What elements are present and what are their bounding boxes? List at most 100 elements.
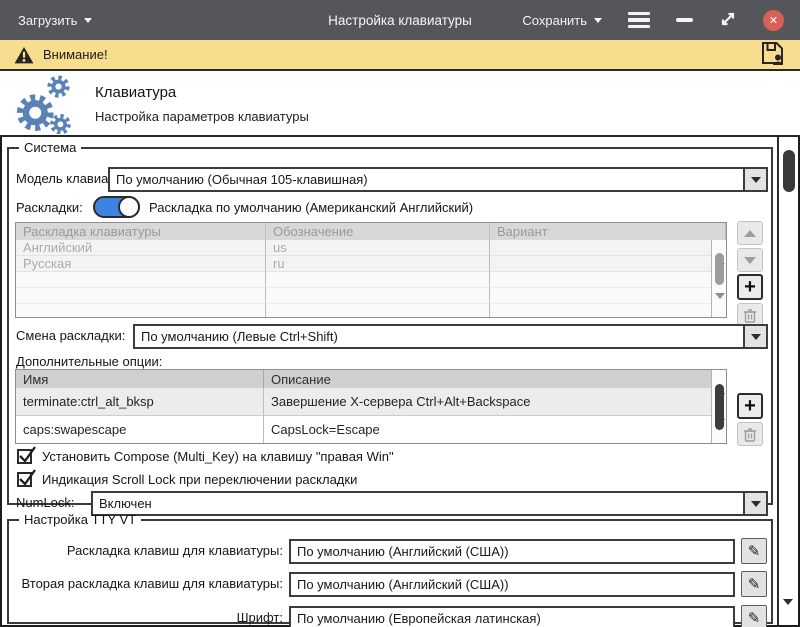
- pencil-icon: ✎: [747, 610, 761, 627]
- column-header: Обозначение: [266, 223, 490, 240]
- layouts-table-header: Раскладка клавиатуры Обозначение Вариант: [16, 223, 726, 240]
- cell-variant: [490, 240, 726, 256]
- edit-tty-keymap-button[interactable]: ✎: [741, 538, 767, 564]
- column-header: Имя: [16, 370, 264, 388]
- page-title: Клавиатура: [95, 84, 177, 101]
- table-row[interactable]: terminate:ctrl_alt_bksp Завершение X-сер…: [16, 388, 726, 416]
- layouts-toggle-text: Раскладка по умолчанию (Американский Анг…: [149, 200, 474, 215]
- column-header: Описание: [264, 370, 726, 388]
- plus-icon: +: [744, 276, 756, 298]
- edit-tty-keymap2-button[interactable]: ✎: [741, 571, 767, 597]
- delete-option-button: [737, 422, 763, 446]
- checkmark-icon: [19, 446, 36, 463]
- numlock-label: NumLock:: [16, 495, 75, 510]
- save-dropdown-button[interactable]: Сохранить: [522, 13, 602, 28]
- arrow-up-icon: [744, 229, 756, 237]
- layouts-table: Раскладка клавиатуры Обозначение Вариант…: [15, 222, 727, 318]
- cell-layout: Английский: [16, 240, 266, 256]
- options-table: Имя Описание terminate:ctrl_alt_bksp Зав…: [15, 369, 727, 444]
- page-header: Клавиатура Настройка параметров клавиату…: [0, 71, 800, 137]
- warning-icon: [14, 46, 34, 63]
- dropdown-button[interactable]: [743, 169, 766, 190]
- arrow-down-icon: [744, 256, 756, 264]
- chevron-down-icon: [750, 500, 761, 507]
- add-layout-button[interactable]: +: [737, 274, 763, 300]
- keyboard-settings-window: Настройка клавиатуры Загрузить Сохранить: [0, 0, 800, 627]
- resize-icon: [721, 12, 735, 25]
- pencil-icon: ✎: [747, 576, 761, 593]
- trash-icon: [744, 427, 756, 442]
- default-layout-toggle[interactable]: [93, 196, 140, 218]
- scrolllock-checkbox-label: Индикация Scroll Lock при переключении р…: [42, 472, 358, 487]
- tty-keymap2-label: Вторая раскладка клавиш для клавиатуры:: [21, 576, 283, 591]
- main-scrollbar[interactable]: [777, 137, 798, 625]
- plus-icon: +: [744, 395, 756, 417]
- checkmark-icon: [19, 469, 36, 486]
- cell-code: ru: [266, 256, 490, 272]
- resize-button[interactable]: [719, 10, 737, 31]
- table-row: Английский us: [16, 240, 726, 256]
- scrollbar-thumb[interactable]: [782, 150, 795, 192]
- tty-font-label: Шрифт:: [236, 610, 283, 625]
- quick-save-button[interactable]: [759, 40, 786, 69]
- tty-font-field: По умолчанию (Европейская латинская): [289, 606, 735, 627]
- tty-keymap2-field: По умолчанию (Английский (США)): [289, 572, 735, 597]
- extra-options-label: Дополнительные опции:: [16, 354, 163, 369]
- close-button[interactable]: ✕: [763, 9, 784, 31]
- minimize-button[interactable]: [676, 18, 693, 22]
- scroll-down-icon: [714, 293, 725, 314]
- save-as-icon: [762, 42, 783, 65]
- titlebar: Настройка клавиатуры Загрузить Сохранить: [0, 0, 800, 40]
- switch-hotkey-value: По умолчанию (Левые Ctrl+Shift): [141, 329, 338, 344]
- scroll-down-icon[interactable]: [783, 599, 793, 620]
- load-dropdown-button[interactable]: Загрузить: [18, 12, 93, 28]
- layouts-table-scrollbar: [711, 240, 726, 317]
- move-layout-up-button: [737, 221, 763, 245]
- chevron-down-icon: [750, 176, 761, 183]
- cell-option-desc: Завершение X-сервера Ctrl+Alt+Backspace: [264, 388, 726, 416]
- dropdown-button[interactable]: [743, 326, 766, 347]
- close-icon: ✕: [768, 14, 779, 27]
- titlebar-actions: Сохранить ✕: [522, 8, 784, 31]
- cell-option-name: terminate:ctrl_alt_bksp: [16, 388, 264, 416]
- table-row: Русская ru: [16, 256, 726, 272]
- cell-layout: Русская: [16, 256, 266, 272]
- edit-tty-font-button[interactable]: ✎: [741, 605, 767, 627]
- menu-button[interactable]: [628, 8, 650, 31]
- options-table-scrollbar[interactable]: [711, 370, 726, 443]
- table-row-empty: [16, 288, 726, 304]
- compose-checkbox[interactable]: [17, 446, 36, 464]
- scrolllock-checkbox[interactable]: [17, 469, 36, 487]
- switch-hotkey-select[interactable]: По умолчанию (Левые Ctrl+Shift): [133, 324, 768, 349]
- keyboard-model-select[interactable]: По умолчанию (Обычная 105-клавишная): [108, 167, 768, 192]
- pencil-icon: ✎: [747, 543, 761, 560]
- options-table-header: Имя Описание: [16, 370, 726, 388]
- save-button-label: Сохранить: [522, 12, 587, 28]
- table-row-empty: [16, 272, 726, 288]
- switch-hotkey-label: Смена раскладки:: [16, 328, 126, 343]
- cell-variant: [490, 256, 726, 272]
- page-subtitle: Настройка параметров клавиатуры: [95, 109, 309, 124]
- add-option-button[interactable]: +: [737, 393, 763, 419]
- scroll-down-icon[interactable]: [714, 419, 725, 440]
- warning-text: Внимание!: [43, 47, 108, 62]
- chevron-down-icon: [750, 333, 761, 340]
- layouts-label: Раскладки:: [16, 200, 83, 215]
- tty-section-legend: Настройка TTY VT: [24, 512, 137, 527]
- table-row[interactable]: caps:swapescape CapsLock=Escape: [16, 416, 726, 443]
- chevron-down-icon: [84, 17, 93, 23]
- table-row-empty: [16, 304, 726, 317]
- system-section-legend: Система: [24, 140, 77, 155]
- tty-keymap-field: По умолчанию (Английский (США)): [289, 539, 735, 564]
- warning-bar: Внимание!: [0, 40, 800, 71]
- numlock-value: Включен: [99, 496, 152, 511]
- scrollbar-thumb: [714, 253, 724, 285]
- chevron-down-icon: [594, 17, 602, 23]
- cell-code: us: [266, 240, 490, 256]
- dropdown-button[interactable]: [743, 493, 766, 514]
- tty-section: Настройка TTY VT Раскладка клавиш для кл…: [7, 512, 773, 627]
- toggle-knob: [118, 196, 140, 218]
- column-header: Вариант: [490, 223, 726, 240]
- load-button-label: Загрузить: [18, 12, 78, 28]
- compose-checkbox-label: Установить Compose (Multi_Key) на клавиш…: [42, 449, 394, 464]
